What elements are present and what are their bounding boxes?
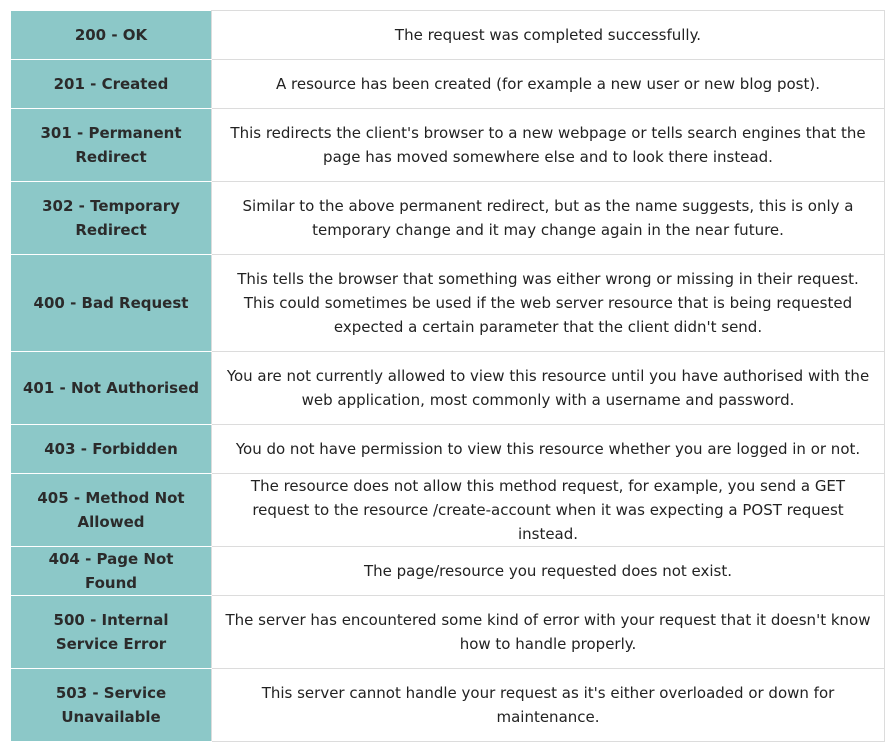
status-description-cell: This server cannot handle your request a… [211,668,885,742]
status-code-cell: 503 - Service Unavailable [10,668,212,742]
table-row-201: 201 - Created A resource has been create… [10,59,885,109]
table-row-302: 302 - Temporary Redirect Similar to the … [10,181,885,255]
table-row-404: 404 - Page Not Found The page/resource y… [10,546,885,596]
status-code-cell: 201 - Created [10,59,212,109]
http-status-table: 200 - OK The request was completed succe… [10,10,885,742]
table-row-503: 503 - Service Unavailable This server ca… [10,668,885,742]
status-description-cell: Similar to the above permanent redirect,… [211,181,885,255]
status-code-cell: 401 - Not Authorised [10,351,212,425]
status-table-body: 200 - OK The request was completed succe… [10,10,885,742]
table-row-500: 500 - Internal Service Error The server … [10,595,885,669]
status-description-cell: This tells the browser that something wa… [211,254,885,352]
status-code-cell: 405 - Method Not Allowed [10,473,212,547]
status-description-cell: The resource does not allow this method … [211,473,885,547]
status-description-cell: You do not have permission to view this … [211,424,885,474]
status-code-cell: 200 - OK [10,10,212,60]
status-code-cell: 400 - Bad Request [10,254,212,352]
status-description-cell: A resource has been created (for example… [211,59,885,109]
status-description-cell: The request was completed successfully. [211,10,885,60]
table-row-405: 405 - Method Not Allowed The resource do… [10,473,885,547]
status-code-cell: 301 - Permanent Redirect [10,108,212,182]
status-code-cell: 500 - Internal Service Error [10,595,212,669]
table-row-200: 200 - OK The request was completed succe… [10,10,885,60]
status-description-cell: This redirects the client's browser to a… [211,108,885,182]
table-row-400: 400 - Bad Request This tells the browser… [10,254,885,352]
table-row-401: 401 - Not Authorised You are not current… [10,351,885,425]
status-description-cell: You are not currently allowed to view th… [211,351,885,425]
status-description-cell: The server has encountered some kind of … [211,595,885,669]
status-description-cell: The page/resource you requested does not… [211,546,885,596]
status-code-cell: 302 - Temporary Redirect [10,181,212,255]
table-row-403: 403 - Forbidden You do not have permissi… [10,424,885,474]
status-code-cell: 403 - Forbidden [10,424,212,474]
status-code-cell: 404 - Page Not Found [10,546,212,596]
table-row-301: 301 - Permanent Redirect This redirects … [10,108,885,182]
